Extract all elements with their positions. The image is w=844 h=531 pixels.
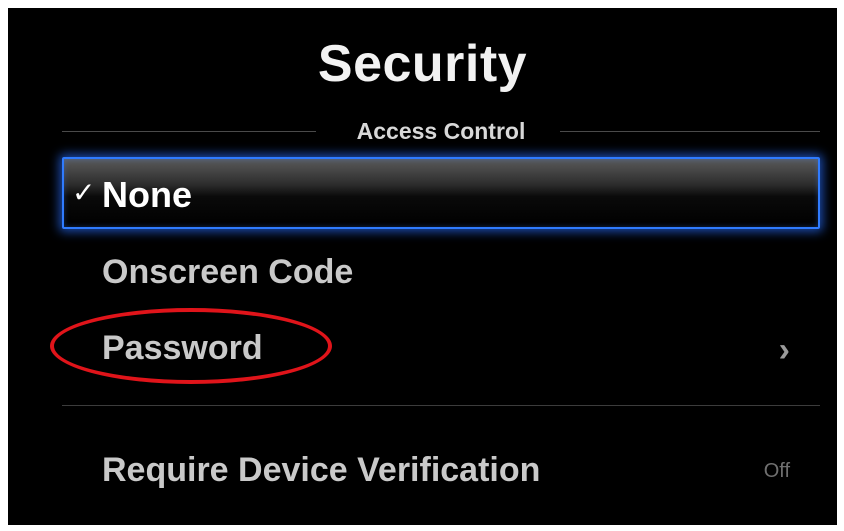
page-title: Security (317, 35, 528, 93)
tv-settings-screen: Security Access Control ✓ None Onscreen … (8, 8, 837, 525)
require-device-verification-value: Off (763, 460, 790, 482)
option-none-label: None (102, 174, 192, 215)
require-device-verification-label: Require Device Verification (102, 451, 541, 489)
option-password[interactable]: Password › (62, 326, 820, 374)
option-none[interactable]: ✓ None (62, 157, 820, 229)
section-divider (62, 405, 820, 406)
access-control-section-header: Access Control (62, 118, 820, 144)
option-password-label: Password (102, 329, 263, 367)
checkmark-icon: ✓ (72, 177, 96, 208)
option-onscreen-code-label: Onscreen Code (102, 253, 354, 291)
require-device-verification-setting[interactable]: Require Device Verification Off (62, 448, 820, 496)
chevron-right-icon: › (778, 331, 790, 369)
option-onscreen-code[interactable]: Onscreen Code (62, 250, 820, 298)
section-rule-right (560, 131, 820, 132)
